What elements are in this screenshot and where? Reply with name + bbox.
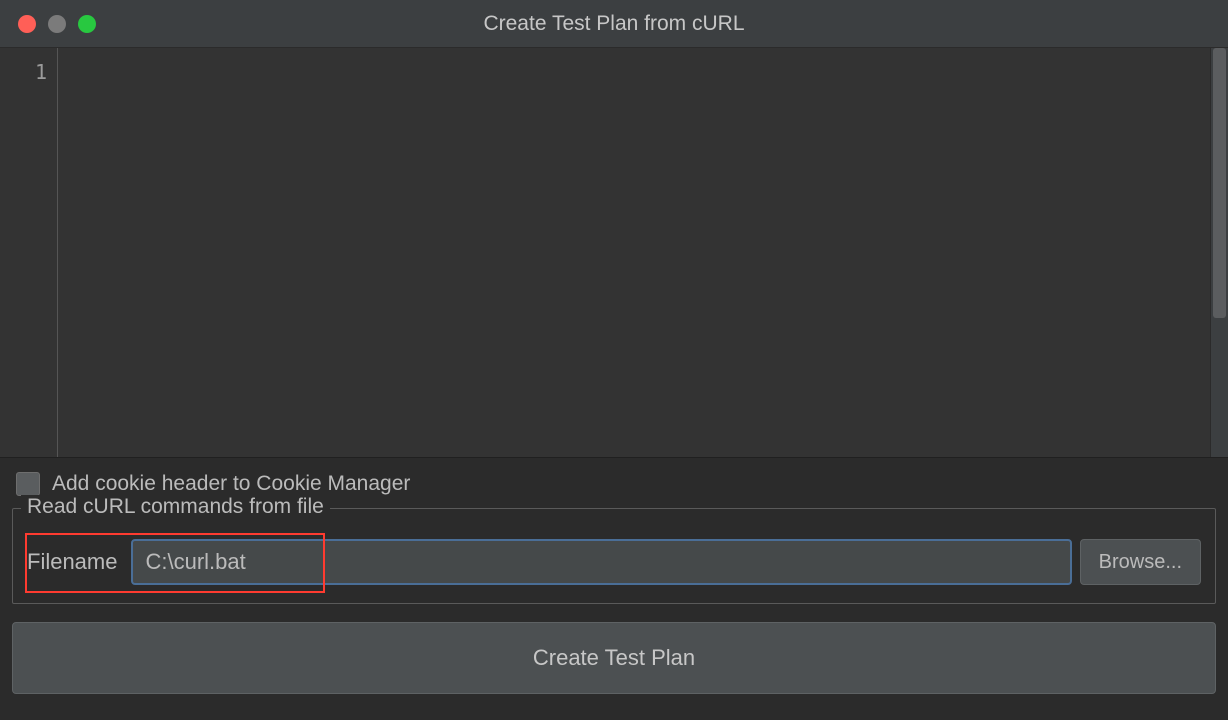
window-title: Create Test Plan from cURL	[14, 12, 1214, 36]
filename-row: Filename Browse...	[27, 539, 1201, 585]
scrollbar-thumb[interactable]	[1213, 48, 1226, 318]
cookie-header-label: Add cookie header to Cookie Manager	[52, 472, 410, 496]
line-number: 1	[0, 60, 47, 84]
create-test-plan-button[interactable]: Create Test Plan	[12, 622, 1216, 694]
line-gutter: 1	[0, 48, 58, 457]
filename-input[interactable]	[131, 539, 1071, 585]
title-bar: Create Test Plan from cURL	[0, 0, 1228, 48]
fieldset-legend: Read cURL commands from file	[21, 495, 330, 519]
cookie-header-checkbox[interactable]	[16, 472, 40, 496]
maximize-icon[interactable]	[78, 15, 96, 33]
curl-text-editor[interactable]	[58, 48, 1228, 457]
editor-scrollbar[interactable]	[1210, 48, 1228, 457]
window-controls	[18, 15, 96, 33]
minimize-icon[interactable]	[48, 15, 66, 33]
browse-button[interactable]: Browse...	[1080, 539, 1201, 585]
read-from-file-fieldset: Read cURL commands from file Filename Br…	[12, 508, 1216, 604]
editor-area: 1	[0, 48, 1228, 458]
filename-label: Filename	[27, 543, 123, 581]
bottom-panel: Add cookie header to Cookie Manager Read…	[0, 458, 1228, 706]
close-icon[interactable]	[18, 15, 36, 33]
